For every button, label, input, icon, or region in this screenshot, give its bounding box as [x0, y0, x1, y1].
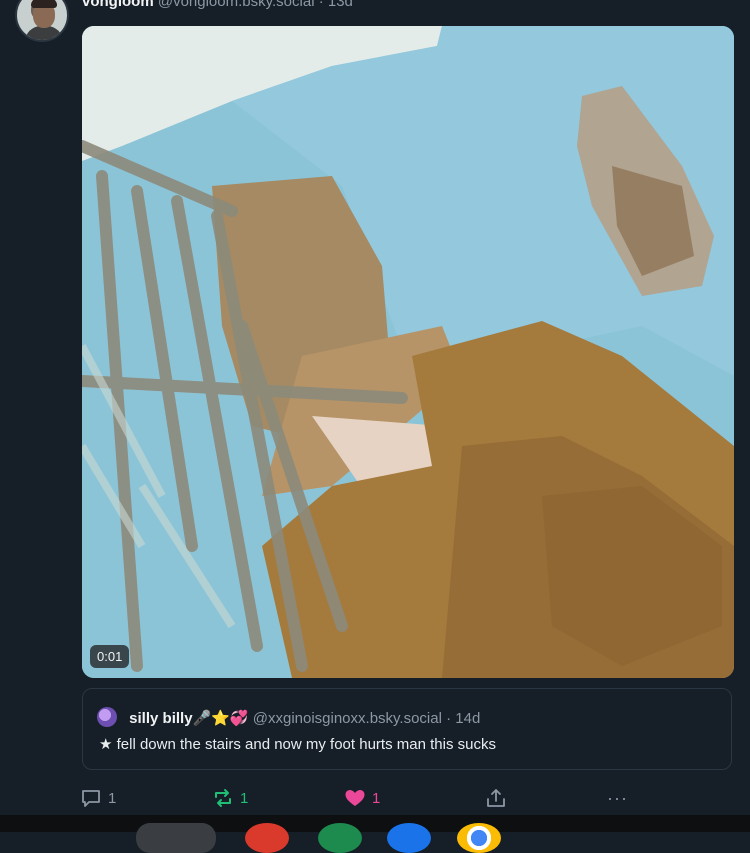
author-avatar[interactable] [15, 0, 69, 42]
author-handle[interactable]: @vongloom.bsky.social [158, 0, 315, 10]
share-icon [487, 789, 505, 807]
quoted-post[interactable]: silly billy🎤⭐💞 @xxginoisginoxx.bsky.soci… [82, 688, 732, 770]
reply-button[interactable]: 1 [80, 785, 116, 811]
author-display-name[interactable]: vongloom [82, 0, 154, 10]
share-button[interactable] [485, 785, 507, 811]
post-header: vongloom @vongloom.bsky.social · 13d [82, 0, 353, 10]
video-frame-image [82, 26, 734, 678]
taskbar-app-icon[interactable] [136, 823, 216, 853]
heart-icon [345, 790, 365, 806]
header-separator: · [318, 0, 324, 10]
repost-icon [215, 789, 231, 807]
quoted-author-avatar[interactable] [97, 707, 117, 727]
quoted-author-handle: @xxginoisginoxx.bsky.social [252, 710, 442, 727]
video-duration: 0:01 [90, 645, 130, 668]
avatar-shirt [25, 26, 63, 40]
reply-icon [82, 790, 100, 807]
repost-button[interactable]: 1 [212, 785, 248, 811]
post-timestamp[interactable]: 13d [328, 0, 353, 10]
video-player[interactable]: 0:01 [82, 26, 734, 678]
avatar-hair [31, 0, 57, 8]
quoted-post-timestamp: 14d [455, 710, 481, 727]
taskbar-blue-app-icon[interactable] [387, 823, 431, 853]
more-options-icon: ··· [607, 787, 628, 808]
taskbar-red-app-icon[interactable] [245, 823, 289, 853]
quoted-post-header: silly billy🎤⭐💞 @xxginoisginoxx.bsky.soci… [97, 707, 480, 727]
quoted-header-separator: · [446, 710, 452, 727]
taskbar-chrome-icon[interactable] [457, 823, 501, 853]
like-count: 1 [372, 789, 381, 807]
post-actions: 1 1 1 ··· [80, 785, 730, 811]
reply-count: 1 [108, 789, 117, 807]
post-card[interactable]: vongloom @vongloom.bsky.social · 13d 0:0… [0, 0, 750, 815]
repost-count: 1 [240, 789, 249, 807]
taskbar-green-app-icon[interactable] [318, 823, 362, 853]
taskbar [0, 815, 750, 853]
like-button[interactable]: 1 [344, 785, 380, 811]
quoted-post-text: ★ fell down the stairs and now my foot h… [99, 736, 496, 753]
quoted-author-display-name: silly billy🎤⭐💞 [129, 710, 249, 727]
more-options-button[interactable]: ··· [607, 785, 628, 811]
